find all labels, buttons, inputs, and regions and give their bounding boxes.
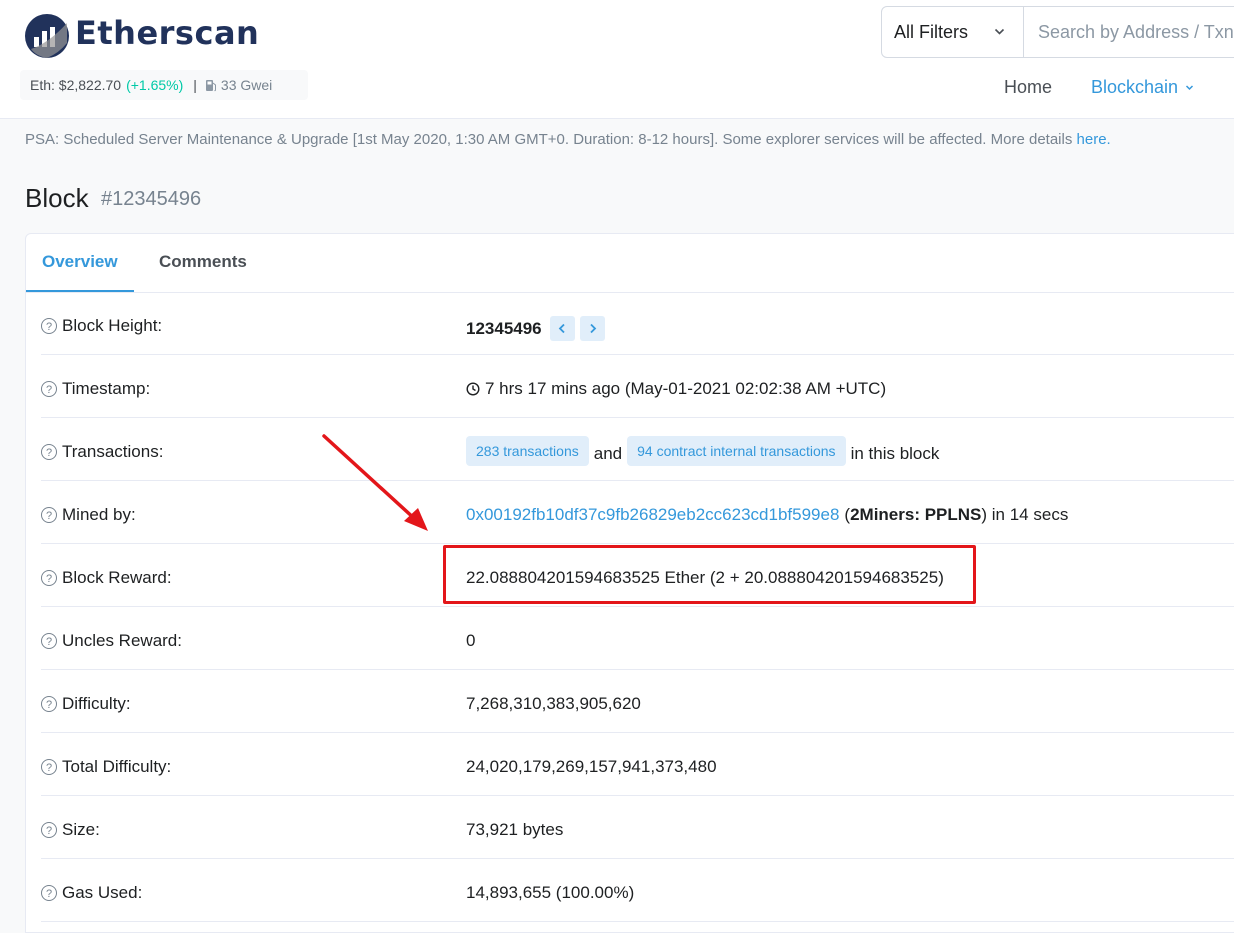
site-header: Etherscan Eth: $2,822.70 (+1.65%) | 33 G… [0, 0, 1234, 119]
question-circle-icon[interactable]: ? [41, 507, 57, 523]
timestamp-value-wrap: 7 hrs 17 mins ago (May-01-2021 02:02:38 … [466, 379, 886, 399]
mined-by-suffix: ) in 14 secs [981, 505, 1069, 524]
question-circle-icon[interactable]: ? [41, 633, 57, 649]
uncles-reward-value: 0 [466, 631, 476, 650]
row-gas-used: ? Gas Used: 14,893,655 (100.00%) [41, 859, 1234, 922]
mined-by-value-wrap: 0x00192fb10df37c9fb26829eb2cc623cd1bf599… [466, 505, 1068, 525]
block-height-value: 12345496 [466, 318, 542, 338]
transactions-badge[interactable]: 283 transactions [466, 436, 589, 466]
block-height-label: Block Height: [62, 316, 163, 335]
label-block-reward: ? Block Reward: [41, 568, 172, 588]
block-fields: ? Block Height: 12345496 ? Timestamp: 7 … [41, 292, 1234, 922]
row-block-height: ? Block Height: 12345496 [41, 292, 1234, 355]
clock-icon [466, 382, 480, 396]
label-transactions: ? Transactions: [41, 442, 163, 462]
block-number-subtitle: #12345496 [101, 188, 202, 210]
row-total-difficulty: ? Total Difficulty: 24,020,179,269,157,9… [41, 733, 1234, 796]
psa-text: PSA: Scheduled Server Maintenance & Upgr… [25, 131, 1077, 148]
row-transactions: ? Transactions: 283 transactions and 94 … [41, 418, 1234, 481]
tab-bar: Overview Comments [26, 234, 1234, 293]
psa-details-link[interactable]: here. [1077, 131, 1111, 148]
eth-price-ticker: Eth: $2,822.70 (+1.65%) | 33 Gwei [20, 70, 308, 100]
gas-used-label: Gas Used: [62, 883, 143, 902]
nav-home[interactable]: Home [1004, 77, 1052, 98]
label-size: ? Size: [41, 820, 100, 840]
annotation-arrow-icon [322, 434, 428, 531]
size-label: Size: [62, 820, 100, 839]
search-bar: All Filters [881, 6, 1234, 58]
label-block-height: ? Block Height: [41, 316, 162, 336]
chevron-down-icon [1186, 85, 1194, 91]
timestamp-label: Timestamp: [62, 379, 151, 398]
etherscan-logo-icon[interactable] [24, 13, 70, 59]
question-circle-icon[interactable]: ? [41, 570, 57, 586]
transactions-and: and [593, 444, 623, 463]
difficulty-label: Difficulty: [62, 694, 131, 713]
row-size: ? Size: 73,921 bytes [41, 796, 1234, 859]
chevron-down-icon [994, 28, 1005, 35]
row-uncles-reward: ? Uncles Reward: 0 [41, 607, 1234, 670]
label-total-difficulty: ? Total Difficulty: [41, 757, 171, 777]
label-difficulty: ? Difficulty: [41, 694, 131, 714]
uncles-reward-value-wrap: 0 [466, 631, 475, 651]
question-circle-icon[interactable]: ? [41, 696, 57, 712]
internal-transactions-badge[interactable]: 94 contract internal transactions [627, 436, 846, 466]
chevron-left-icon [558, 323, 565, 334]
transactions-label: Transactions: [62, 442, 164, 461]
annotation-highlight-box [443, 545, 976, 604]
label-gas-used: ? Gas Used: [41, 883, 142, 903]
row-difficulty: ? Difficulty: 7,268,310,383,905,620 [41, 670, 1234, 733]
block-height-value-wrap: 12345496 [466, 316, 605, 341]
difficulty-value: 7,268,310,383,905,620 [466, 694, 641, 713]
timestamp-value: 7 hrs 17 mins ago (May-01-2021 02:02:38 … [485, 379, 887, 398]
tab-overview[interactable]: Overview [42, 252, 118, 272]
total-difficulty-value-wrap: 24,020,179,269,157,941,373,480 [466, 757, 717, 777]
question-circle-icon[interactable]: ? [41, 381, 57, 397]
size-value: 73,921 bytes [466, 820, 564, 839]
gas-used-value: 14,893,655 (100.00%) [466, 883, 635, 902]
row-mined-by: ? Mined by: 0x00192fb10df37c9fb26829eb2c… [41, 481, 1234, 544]
question-circle-icon[interactable]: ? [41, 822, 57, 838]
psa-banner: PSA: Scheduled Server Maintenance & Upgr… [25, 131, 1111, 148]
gas-price[interactable]: 33 Gwei [221, 77, 272, 93]
transactions-value-wrap: 283 transactions and 94 contract interna… [466, 436, 944, 466]
question-circle-icon[interactable]: ? [41, 759, 57, 775]
tab-comments[interactable]: Comments [159, 252, 247, 272]
miner-address-link[interactable]: 0x00192fb10df37c9fb26829eb2cc623cd1bf599… [466, 505, 839, 525]
label-mined-by: ? Mined by: [41, 505, 136, 525]
ticker-separator: | [193, 77, 197, 93]
block-reward-label: Block Reward: [62, 568, 172, 587]
question-circle-icon[interactable]: ? [41, 444, 57, 460]
uncles-reward-label: Uncles Reward: [62, 631, 182, 650]
search-input[interactable] [1025, 7, 1234, 57]
gas-used-value-wrap: 14,893,655 (100.00%) [466, 883, 634, 903]
question-circle-icon[interactable]: ? [41, 318, 57, 334]
label-uncles-reward: ? Uncles Reward: [41, 631, 182, 651]
total-difficulty-value: 24,020,179,269,157,941,373,480 [466, 757, 717, 776]
mined-by-label: Mined by: [62, 505, 136, 524]
size-value-wrap: 73,921 bytes [466, 820, 563, 840]
nav-blockchain-label: Blockchain [1091, 77, 1179, 97]
nav-blockchain[interactable]: Blockchain [1091, 77, 1194, 98]
logo-text[interactable]: Etherscan [75, 14, 259, 52]
transactions-suffix: in this block [850, 444, 940, 463]
question-circle-icon[interactable]: ? [41, 885, 57, 901]
filter-select-value: All Filters [894, 21, 969, 42]
filter-select[interactable]: All Filters [882, 7, 1024, 57]
total-difficulty-label: Total Difficulty: [62, 757, 172, 776]
label-timestamp: ? Timestamp: [41, 379, 150, 399]
page-title: Block [25, 183, 89, 213]
gas-pump-icon [205, 79, 216, 91]
row-timestamp: ? Timestamp: 7 hrs 17 mins ago (May-01-2… [41, 355, 1234, 418]
prev-block-button[interactable] [549, 316, 575, 341]
eth-price-change: (+1.65%) [126, 77, 184, 93]
chevron-right-icon [590, 323, 596, 334]
miner-pool-name: 2Miners: PPLNS [850, 505, 982, 524]
next-block-button[interactable] [579, 316, 605, 341]
eth-price-label: Eth: $2,822.70 [30, 77, 122, 93]
difficulty-value-wrap: 7,268,310,383,905,620 [466, 694, 641, 714]
